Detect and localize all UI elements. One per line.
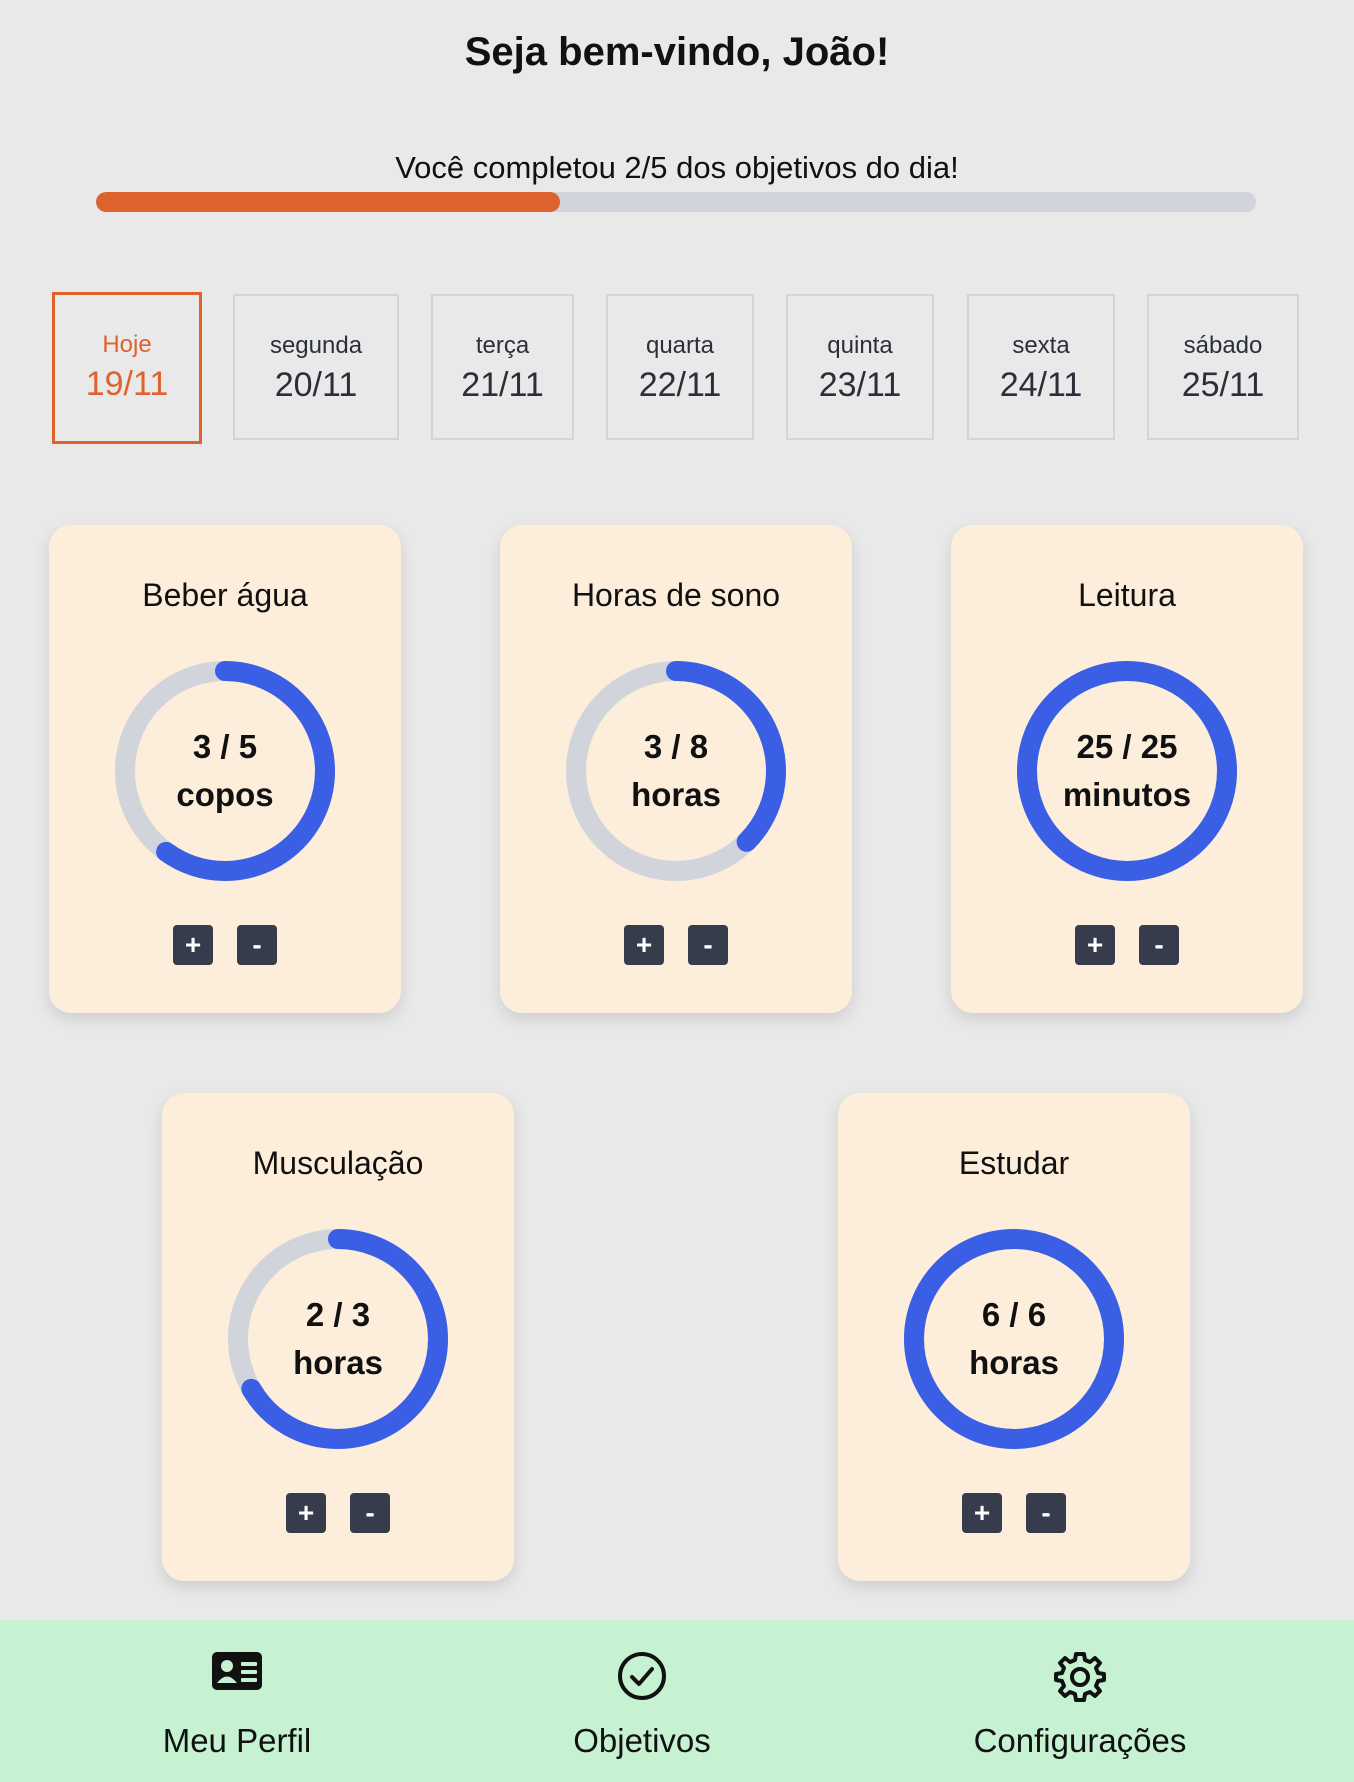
day-name: Hoje: [102, 331, 152, 358]
nav-label: Meu Perfil: [162, 1722, 312, 1759]
goal-progress-ring: 6 / 6 horas: [904, 1229, 1124, 1449]
goal-card-sleep: Horas de sono 3 / 8 horas + -: [500, 525, 852, 1013]
decrement-button[interactable]: -: [688, 925, 728, 965]
goal-title: Musculação: [252, 1145, 424, 1181]
day-tab-0[interactable]: Hoje 19/11: [52, 292, 202, 444]
day-date: 19/11: [85, 365, 169, 403]
decrement-button[interactable]: -: [1139, 925, 1179, 965]
increment-button[interactable]: +: [173, 925, 213, 965]
profile-card-icon: [87, 1650, 387, 1702]
nav-item-profile[interactable]: Meu Perfil: [87, 1620, 387, 1782]
increment-button[interactable]: +: [286, 1493, 326, 1533]
day-tab-4[interactable]: quinta 23/11: [786, 294, 934, 440]
day-tab-6[interactable]: sábado 25/11: [1147, 294, 1299, 440]
page-title: Seja bem-vindo, João!: [464, 30, 890, 74]
day-date: 22/11: [638, 366, 722, 404]
day-name: quarta: [645, 332, 715, 359]
nav-item-goals[interactable]: Objetivos: [492, 1620, 792, 1782]
day-selector: Hoje 19/11 segunda 20/11 terça 21/11 qua…: [0, 292, 1354, 444]
decrement-button[interactable]: -: [237, 925, 277, 965]
increment-button[interactable]: +: [1075, 925, 1115, 965]
day-tab-2[interactable]: terça 21/11: [431, 294, 574, 440]
day-name: segunda: [269, 332, 363, 359]
day-date: 20/11: [274, 366, 358, 404]
day-name: quinta: [827, 332, 893, 359]
gear-icon: [930, 1650, 1230, 1702]
day-name: sábado: [1183, 332, 1263, 359]
nav-label: Objetivos: [573, 1722, 711, 1759]
day-name: sexta: [1012, 332, 1070, 359]
goal-card-study: Estudar 6 / 6 horas + -: [838, 1093, 1190, 1581]
goal-title: Estudar: [958, 1145, 1070, 1181]
goal-title: Beber água: [142, 577, 308, 613]
goal-amount: 2 / 3: [305, 1296, 371, 1333]
day-tab-5[interactable]: sexta 24/11: [967, 294, 1115, 440]
day-name: terça: [475, 332, 530, 359]
goal-amount: 6 / 6: [981, 1296, 1047, 1333]
day-tab-3[interactable]: quarta 22/11: [606, 294, 754, 440]
day-tab-1[interactable]: segunda 20/11: [233, 294, 399, 440]
daily-progress-bar: [96, 192, 1256, 212]
goal-unit: copos: [176, 776, 274, 813]
goal-progress-ring: 25 / 25 minutos: [1017, 661, 1237, 881]
day-date: 24/11: [999, 366, 1083, 404]
goal-amount: 25 / 25: [1076, 728, 1178, 765]
day-date: 23/11: [818, 366, 902, 404]
goal-card-water: Beber água 3 / 5 copos + -: [49, 525, 401, 1013]
decrement-button[interactable]: -: [350, 1493, 390, 1533]
increment-button[interactable]: +: [962, 1493, 1002, 1533]
bottom-navbar: Meu Perfil Objetivos Configurações: [0, 1620, 1354, 1782]
goal-title: Leitura: [1078, 577, 1176, 613]
check-circle-icon: [492, 1650, 792, 1702]
decrement-button[interactable]: -: [1026, 1493, 1066, 1533]
goal-progress-ring: 3 / 8 horas: [566, 661, 786, 881]
day-date: 21/11: [461, 366, 544, 404]
goal-unit: minutos: [1062, 776, 1192, 813]
goal-progress-ring: 2 / 3 horas: [228, 1229, 448, 1449]
goal-amount: 3 / 5: [192, 728, 258, 765]
daily-progress-fill: [96, 192, 560, 212]
goal-title: Horas de sono: [571, 577, 781, 613]
nav-label: Configurações: [973, 1722, 1187, 1759]
nav-item-settings[interactable]: Configurações: [930, 1620, 1230, 1782]
increment-button[interactable]: +: [624, 925, 664, 965]
day-date: 25/11: [1181, 366, 1265, 404]
daily-progress-text: Você completou 2/5 dos objetivos do dia!: [395, 150, 959, 185]
goal-card-workout: Musculação 2 / 3 horas + -: [162, 1093, 514, 1581]
goal-unit: horas: [631, 776, 721, 813]
goal-amount: 3 / 8: [643, 728, 709, 765]
goal-card-reading: Leitura 25 / 25 minutos + -: [951, 525, 1303, 1013]
goal-unit: horas: [293, 1344, 383, 1381]
goal-unit: horas: [969, 1344, 1059, 1381]
goal-progress-ring: 3 / 5 copos: [115, 661, 335, 881]
